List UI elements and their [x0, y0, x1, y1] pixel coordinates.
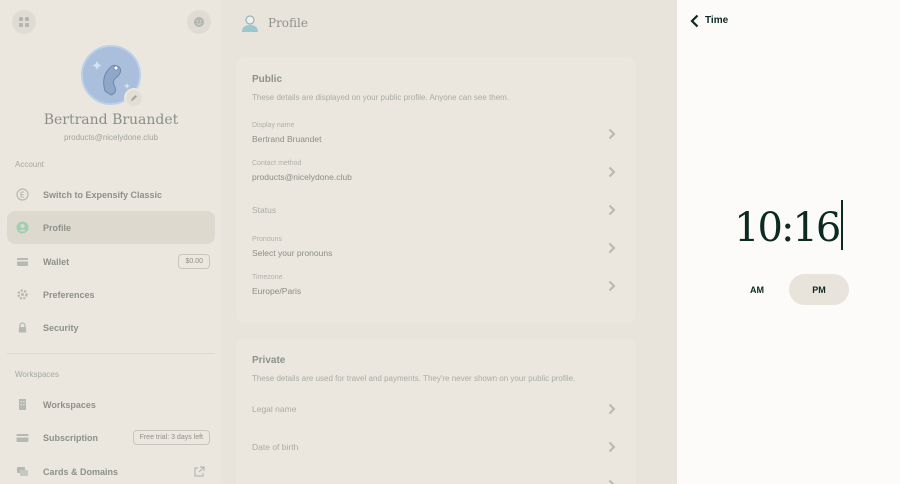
pm-button[interactable]: PM: [789, 274, 849, 305]
field-value: Status: [252, 205, 277, 215]
wallet-icon: [16, 255, 29, 268]
building-icon: [16, 398, 29, 411]
back-button[interactable]: [689, 14, 701, 28]
field-value: products@nicelydone.club: [252, 172, 352, 182]
field-value: Europe/Paris: [252, 286, 302, 296]
wallet-balance-badge: $0.00: [178, 254, 210, 269]
time-value: 10:16: [734, 205, 841, 251]
chevron-right-icon: [608, 166, 616, 178]
chevron-right-icon: [608, 204, 616, 216]
pronouns-field[interactable]: Pronouns Select your pronouns: [252, 236, 616, 266]
public-section: Public These details are displayed on yo…: [236, 57, 636, 323]
sidebar-item-label: Wallet: [43, 256, 70, 267]
field-value: Legal name: [252, 404, 297, 414]
field-value: Bertrand Bruandet: [252, 134, 322, 144]
am-button[interactable]: AM: [727, 274, 787, 305]
field-value: Date of birth: [252, 442, 299, 452]
text-caret: [841, 200, 843, 250]
panel-title: Time: [705, 15, 729, 26]
profile-icon: [16, 221, 29, 234]
status-field[interactable]: Status: [252, 198, 616, 228]
legal-name-field[interactable]: Legal name: [252, 397, 616, 427]
field-label: Contact method: [252, 160, 302, 167]
lock-icon: [16, 321, 29, 334]
sidebar-item-label: Switch to Expensify Classic: [43, 189, 163, 200]
sidebar: Bertrand Bruandet products@nicelydone.cl…: [0, 0, 222, 484]
sidebar-item-label: Security: [43, 322, 79, 333]
field-label: Pronouns: [252, 236, 282, 243]
cards-icon: [16, 465, 29, 478]
private-section: Private These details are used for trave…: [236, 338, 636, 484]
profile-page: Profile Public These details are display…: [222, 0, 677, 484]
field-value: Select your pronouns: [252, 248, 333, 258]
date-of-birth-field[interactable]: Date of birth: [252, 435, 616, 465]
sidebar-item-label: Preferences: [43, 289, 95, 300]
edit-avatar-button[interactable]: [124, 88, 144, 108]
sidebar-item-label: Cards & Domains: [43, 466, 119, 477]
avatar[interactable]: [81, 45, 144, 108]
public-section-title: Public: [252, 74, 283, 85]
credit-card-icon: [16, 431, 29, 444]
chevron-left-icon: [690, 14, 699, 28]
workspaces-section-label: Workspaces: [15, 370, 59, 379]
expensify-classic-icon: [16, 188, 29, 201]
sidebar-item-subscription[interactable]: Subscription Free trial: 3 days left: [7, 421, 215, 454]
sidebar-item-cards-domains[interactable]: Cards & Domains: [7, 455, 215, 484]
display-name-field[interactable]: Display name Bertrand Bruandet: [252, 122, 616, 152]
chevron-right-icon: [608, 242, 616, 254]
chevron-right-icon: [608, 403, 616, 415]
emoji-status-button[interactable]: [187, 10, 211, 34]
apps-grid-button[interactable]: [12, 10, 36, 34]
account-section-label: Account: [15, 160, 44, 169]
chevron-right-icon: [608, 479, 615, 484]
chevron-right-icon: [608, 441, 616, 453]
sidebar-divider: [7, 353, 215, 354]
chevron-right-icon: [608, 280, 616, 292]
private-section-subtitle: These details are used for travel and pa…: [252, 374, 576, 383]
free-trial-badge: Free trial: 3 days left: [132, 430, 210, 445]
profile-header-icon: [240, 13, 260, 38]
sidebar-item-label: Subscription: [43, 432, 99, 443]
sidebar-item-preferences[interactable]: Preferences: [7, 278, 215, 311]
field-label: Display name: [252, 122, 295, 129]
field-label: Timezone: [252, 274, 283, 281]
sidebar-item-workspaces[interactable]: Workspaces: [7, 388, 215, 421]
pencil-icon: [131, 95, 137, 101]
smiley-icon: [194, 17, 204, 27]
external-link-icon: [193, 465, 205, 483]
gear-icon: [16, 288, 29, 301]
sidebar-item-switch-classic[interactable]: Switch to Expensify Classic: [7, 178, 215, 211]
sidebar-item-profile[interactable]: Profile: [7, 211, 215, 244]
public-section-subtitle: These details are displayed on your publ…: [252, 93, 510, 102]
private-section-title: Private: [252, 355, 286, 366]
time-input[interactable]: 10:16: [677, 200, 900, 251]
timezone-field[interactable]: Timezone Europe/Paris: [252, 274, 616, 304]
sidebar-item-label: Workspaces: [43, 399, 96, 410]
contact-method-field[interactable]: Contact method products@nicelydone.club: [252, 160, 616, 190]
sidebar-item-security[interactable]: Security: [7, 311, 215, 344]
chevron-right-icon: [608, 128, 616, 140]
sidebar-item-wallet[interactable]: Wallet $0.00: [7, 245, 215, 278]
page-title: Profile: [268, 16, 308, 30]
time-picker-panel: Time 10:16 AM PM: [677, 0, 900, 484]
user-display-name: Bertrand Bruandet: [43, 112, 179, 128]
next-field[interactable]: [252, 473, 616, 484]
grid-icon: [19, 17, 29, 27]
user-email: products@nicelydone.club: [64, 133, 158, 142]
sidebar-item-label: Profile: [43, 222, 72, 233]
